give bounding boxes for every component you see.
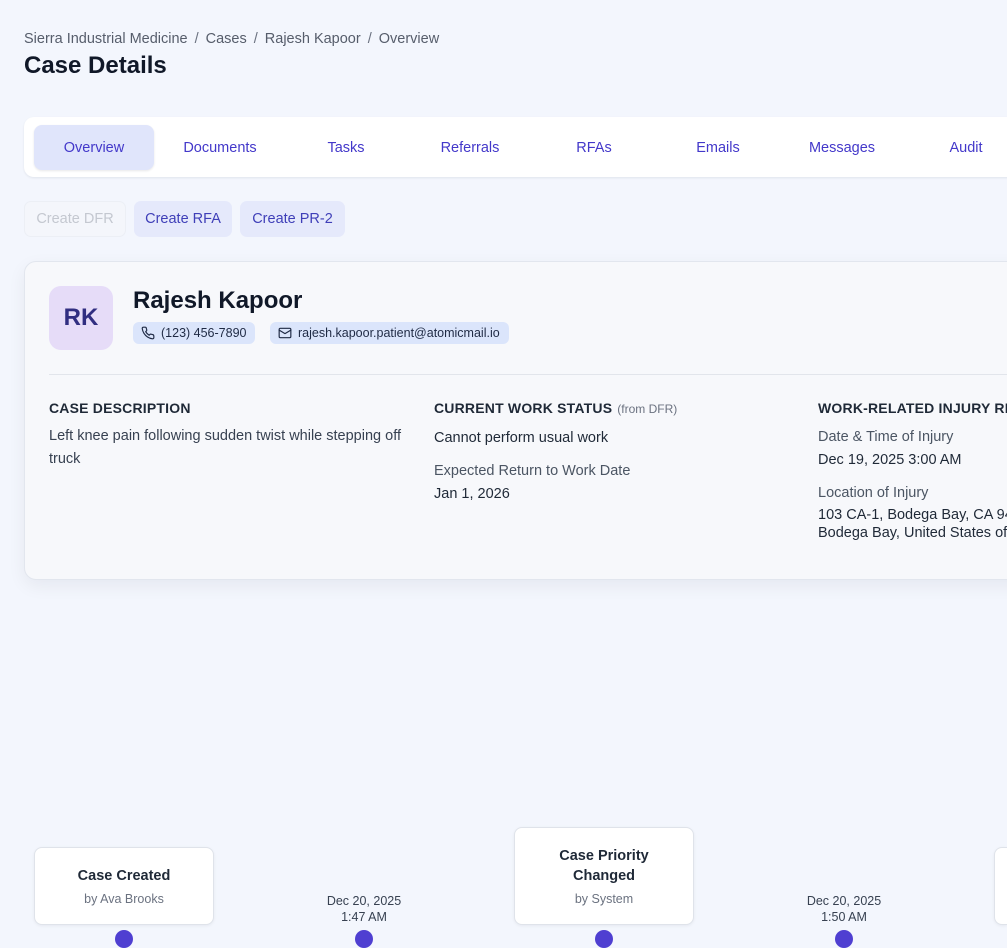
- timeline-dot: [355, 930, 373, 948]
- injury-datetime-value: Dec 19, 2025 3:00 AM: [818, 452, 962, 468]
- return-date-label: Expected Return to Work Date: [434, 463, 631, 479]
- breadcrumb: Sierra Industrial Medicine / Cases / Rajesh …: [24, 31, 439, 47]
- breadcrumb-separator: /: [253, 31, 258, 47]
- timeline-date: Dec 20, 2025 1:47 AM: [304, 893, 424, 925]
- injury-section: WORK-RELATED INJURY RE Date & Time of In…: [818, 400, 1007, 541]
- breadcrumb-separator: /: [367, 31, 372, 47]
- timeline-event-card[interactable]: Case Priority Changed by System: [514, 827, 694, 925]
- tab-audit[interactable]: Audit: [906, 125, 1007, 170]
- case-description-section: CASE DESCRIPTION Left knee pain followin…: [49, 400, 409, 471]
- timeline-date: Dec 20, 2025 1:50 AM: [784, 893, 904, 925]
- phone-number: (123) 456-7890: [161, 326, 247, 340]
- section-title: CURRENT WORK STATUS (from DFR): [434, 400, 794, 416]
- work-status-section: CURRENT WORK STATUS (from DFR) Cannot per…: [434, 400, 794, 502]
- create-rfa-button[interactable]: Create RFA: [134, 201, 232, 237]
- case-description-text: Left knee pain following sudden twist wh…: [49, 428, 401, 467]
- timeline-event-author: by Ava Brooks: [84, 892, 164, 906]
- breadcrumb-item-cases[interactable]: Cases: [206, 31, 247, 47]
- timeline-event-title: Case Created: [77, 868, 171, 884]
- work-status-source: (from DFR): [617, 402, 678, 416]
- injury-location-line1: 103 CA-1, Bodega Bay, CA 94: [818, 507, 1007, 523]
- breadcrumb-item-clinic[interactable]: Sierra Industrial Medicine: [24, 31, 188, 47]
- email-address: rajesh.kapoor.patient@atomicmail.io: [298, 326, 500, 340]
- timeline-dot: [835, 930, 853, 948]
- breadcrumb-item-patient[interactable]: Rajesh Kapoor: [265, 31, 361, 47]
- tab-rfas[interactable]: RFAs: [534, 125, 654, 170]
- timeline-date-day: Dec 20, 2025: [806, 894, 882, 908]
- timeline-dot: [115, 930, 133, 948]
- injury-datetime-label: Date & Time of Injury: [818, 429, 954, 445]
- timeline-event-title: Case Priority Changed: [559, 848, 649, 884]
- breadcrumb-separator: /: [194, 31, 199, 47]
- tab-overview[interactable]: Overview: [34, 125, 154, 170]
- timeline-event-card[interactable]: Case Created by Ava Brooks: [34, 847, 214, 925]
- return-date-value: Jan 1, 2026: [434, 486, 510, 502]
- patient-name: Rajesh Kapoor: [133, 287, 303, 314]
- timeline-date-time: 1:50 AM: [821, 910, 867, 924]
- divider: [49, 374, 1007, 375]
- tab-bar: Overview Documents Tasks Referrals RFAs …: [24, 117, 1007, 177]
- timeline-date-day: Dec 20, 2025: [326, 894, 402, 908]
- injury-location-label: Location of Injury: [818, 485, 929, 501]
- create-pr2-button[interactable]: Create PR-2: [240, 201, 345, 237]
- section-title: WORK-RELATED INJURY RE: [818, 400, 1007, 416]
- create-dfr-button[interactable]: Create DFR: [24, 201, 126, 237]
- mail-icon: [278, 326, 292, 340]
- tab-referrals[interactable]: Referrals: [410, 125, 530, 170]
- email-chip[interactable]: rajesh.kapoor.patient@atomicmail.io: [270, 322, 509, 344]
- tab-tasks[interactable]: Tasks: [286, 125, 406, 170]
- tab-documents[interactable]: Documents: [160, 125, 280, 170]
- patient-card: RK Rajesh Kapoor (123) 456-7890 rajesh.k…: [24, 261, 1007, 580]
- breadcrumb-item-current: Overview: [378, 31, 440, 47]
- phone-icon: [141, 326, 155, 340]
- tab-messages[interactable]: Messages: [782, 125, 902, 170]
- phone-chip[interactable]: (123) 456-7890: [133, 322, 256, 344]
- injury-location-line2: Bodega Bay, United States of: [818, 525, 1007, 541]
- timeline-date-time: 1:47 AM: [341, 910, 387, 924]
- timeline-dot: [595, 930, 613, 948]
- timeline-event-card-partial[interactable]: [994, 847, 1007, 925]
- page-title: Case Details: [24, 52, 167, 79]
- work-status-value: Cannot perform usual work: [434, 430, 609, 446]
- tab-emails[interactable]: Emails: [658, 125, 778, 170]
- timeline-event-author: by System: [574, 892, 634, 906]
- section-title: CASE DESCRIPTION: [49, 400, 191, 416]
- work-status-title: CURRENT WORK STATUS: [434, 400, 613, 416]
- avatar: RK: [49, 286, 113, 350]
